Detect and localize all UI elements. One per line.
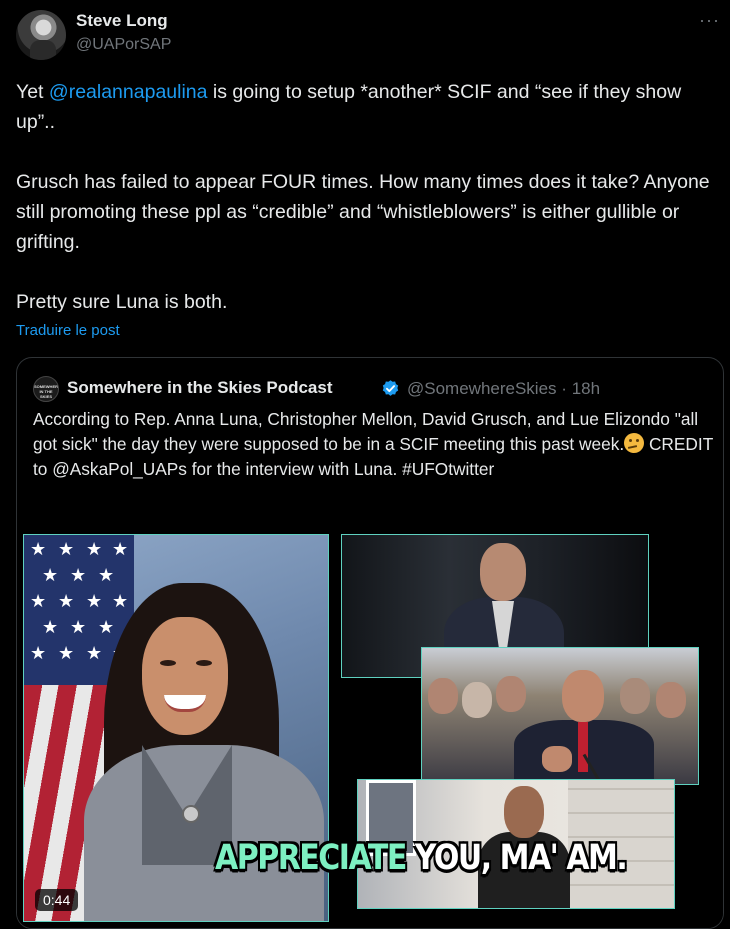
tweet-text: Yet @realannapaulina is going to setup *… [16,77,716,317]
mention-link[interactable]: @realannapaulina [49,81,208,103]
quoted-author-avatar[interactable]: SOMEWHERE IN THE SKIES [33,376,59,402]
translate-post-link[interactable]: Traduire le post [16,322,120,339]
author-handle[interactable]: @UAPorSAP [76,36,171,54]
quoted-text-segment: According to Rep. Anna Luna, Christopher… [33,409,699,454]
quoted-tweet-meta: @SomewhereSkies · 18h [407,379,600,399]
video-duration-badge: 0:44 [35,889,79,911]
video-caption: APPRECIATE YOU, MA' AM. [215,838,628,879]
video-player[interactable]: ★★★★ ★★★ ★★★★ ★★★ ★★★★ [17,530,723,928]
caption-highlight: APPRECIATE [215,838,407,879]
tweet-header: Steve Long @UAPorSAP ··· [16,10,720,60]
quoted-author-name[interactable]: Somewhere in the Skies Podcast [67,378,332,398]
tweet-paragraph-1: Yet @realannapaulina is going to setup *… [16,77,716,137]
quoted-tweet-text: According to Rep. Anna Luna, Christopher… [33,407,713,482]
quoted-tweet-time[interactable]: 18h [572,379,600,398]
more-horizontal-icon: ··· [699,10,720,30]
tweet-paragraph-2: Grusch has failed to appear FOUR times. … [16,171,710,253]
caption-rest: YOU, MA' AM. [405,838,628,879]
tweet-paragraph-3: Pretty sure Luna is both. [16,291,228,313]
quoted-tweet-header: SOMEWHERE IN THE SKIES Somewhere in the … [33,375,713,402]
verified-badge-icon [382,380,399,396]
avatar-logo-text: SOMEWHERE IN THE SKIES [34,384,59,399]
more-options-button[interactable]: ··· [699,10,720,31]
quoted-author-handle[interactable]: @SomewhereSkies [407,379,557,398]
thinking-face-emoji-icon [624,433,645,453]
author-name[interactable]: Steve Long [76,11,168,31]
meta-separator: · [561,379,567,398]
quoted-tweet[interactable]: SOMEWHERE IN THE SKIES Somewhere in the … [16,357,724,929]
author-avatar[interactable] [16,10,66,60]
tweet-text-segment: Yet [16,81,49,103]
grusch-hearing-image [421,647,699,785]
